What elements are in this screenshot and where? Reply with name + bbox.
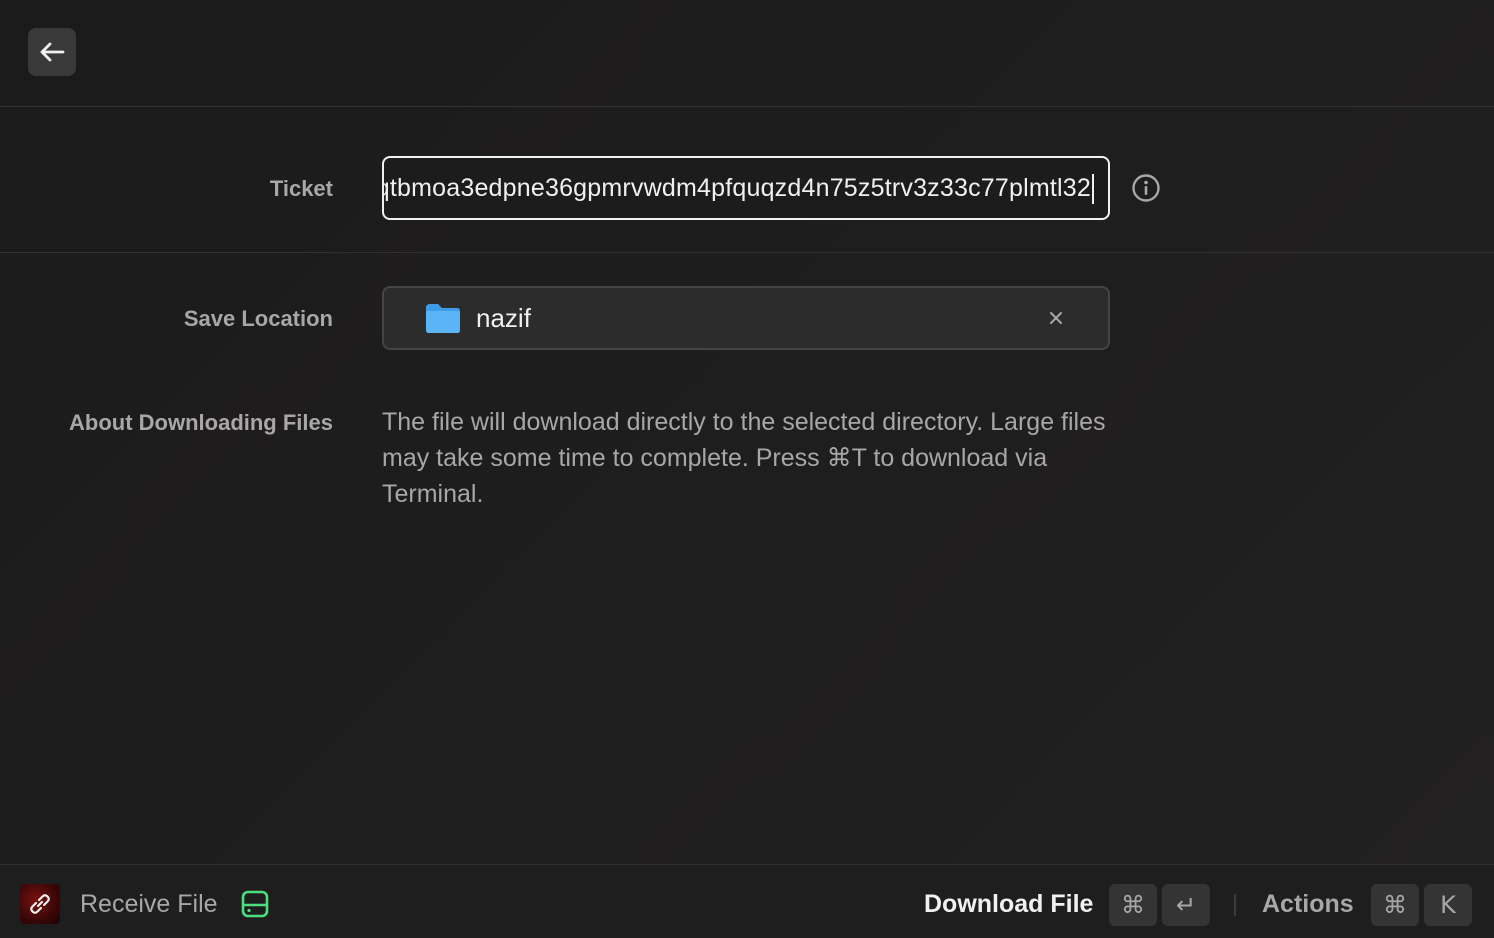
actions-button[interactable]: Actions [1262, 865, 1354, 938]
command-title: Receive File [80, 890, 218, 918]
ticket-input[interactable]: blobaacdzyp7ye5whqtbmoa3edpne36gpmrvwdm4… [382, 156, 1110, 220]
ticket-input-value: blobaacdzyp7ye5whqtbmoa3edpne36gpmrvwdm4… [382, 174, 1091, 202]
arrow-left-icon [40, 42, 65, 62]
close-icon[interactable] [1046, 308, 1066, 328]
app-icon [20, 884, 60, 924]
row-divider [0, 252, 1494, 253]
download-file-button[interactable]: Download File [924, 865, 1093, 938]
save-location-picker[interactable]: nazif [382, 286, 1110, 350]
app-window: Ticket blobaacdzyp7ye5whqtbmoa3edpne36gp… [0, 0, 1494, 938]
link-icon [30, 894, 50, 914]
ticket-label: Ticket [269, 176, 333, 201]
ticket-input-value-wrap: blobaacdzyp7ye5whqtbmoa3edpne36gpmrvwdm4… [382, 158, 1094, 218]
about-label: About Downloading Files [69, 410, 333, 435]
info-icon[interactable] [1131, 173, 1161, 203]
shortcut-key-enter: ↵ [1162, 884, 1210, 926]
action-bar: Receive File Download File ⌘ ↵ Actions ⌘… [0, 864, 1494, 938]
shortcut-key-cmd: ⌘ [1109, 884, 1157, 926]
drive-icon [241, 890, 269, 918]
separator [1234, 894, 1236, 916]
shortcut-key-k: K [1424, 884, 1472, 926]
shortcut-key-cmd: ⌘ [1371, 884, 1419, 926]
about-description: The file will download directly to the s… [382, 408, 1106, 508]
save-location-label: Save Location [183, 306, 333, 331]
folder-icon [426, 304, 460, 333]
text-caret [1092, 174, 1094, 205]
save-location-value: nazif [476, 303, 531, 333]
back-button[interactable] [28, 28, 76, 76]
top-bar [0, 0, 1494, 107]
